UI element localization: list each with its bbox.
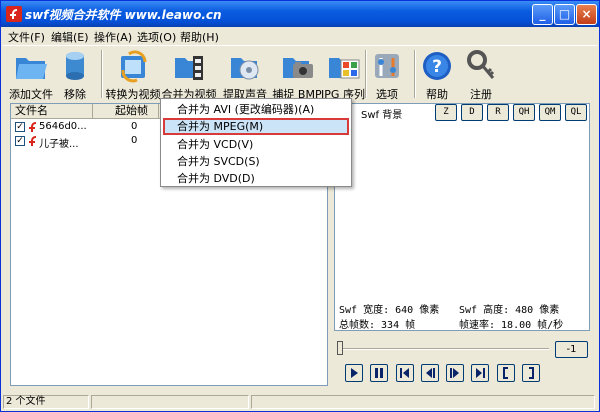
quality-button-qm[interactable]: QM: [539, 104, 561, 121]
swf-height-info: Swf 高度: 480 像素: [459, 305, 560, 316]
toolbar: 添加文件 移除 转换为视频 合并为视频 提取声音 捕捉 BMP JPG 序列 选…: [3, 45, 597, 101]
convert-video-label: 转换为视频: [105, 88, 161, 101]
add-folder-icon: [16, 58, 47, 79]
extract-audio-button[interactable]: 提取声音: [219, 48, 271, 101]
merge-video-button[interactable]: 合并为视频: [162, 48, 217, 101]
options-icon: [375, 54, 399, 78]
quality-button-r[interactable]: R: [487, 104, 509, 121]
register-button[interactable]: 注册: [455, 48, 507, 101]
svg-text:?: ?: [432, 57, 442, 77]
swf-background-label[interactable]: Swf 背景: [361, 106, 402, 121]
mark-in-button[interactable]: [497, 364, 515, 382]
remove-button[interactable]: 移除: [49, 48, 101, 101]
first-frame-button[interactable]: [396, 364, 414, 382]
quality-button-qh[interactable]: QH: [513, 104, 535, 121]
menu-item-merge-svcd[interactable]: 合并为 SVCD(S): [163, 153, 349, 170]
mark-out-button[interactable]: [522, 364, 540, 382]
menu-file[interactable]: 文件(F): [8, 29, 45, 45]
menu-item-merge-mpeg[interactable]: 合并为 MPEG(M): [163, 118, 349, 135]
column-filename[interactable]: 文件名: [11, 104, 93, 119]
next-frame-button[interactable]: [446, 364, 464, 382]
convert-video-button[interactable]: 转换为视频: [106, 48, 161, 101]
mark-in-icon: [503, 367, 508, 379]
menu-action[interactable]: 操作(A): [94, 29, 132, 45]
jpg-sequence-icon: [329, 58, 360, 79]
maximize-button[interactable]: □: [554, 4, 575, 25]
menu-item-merge-dvd[interactable]: 合并为 DVD(D): [163, 170, 349, 187]
flash-file-icon: [29, 136, 36, 146]
merge-dropdown-menu: 合并为 AVI (更改编码器)(A) 合并为 MPEG(M) 合并为 VCD(V…: [160, 98, 352, 187]
status-file-count: 2 个文件: [3, 395, 89, 409]
row-start-frame: 0: [131, 121, 138, 132]
minimize-button[interactable]: _: [532, 4, 553, 25]
frame-slider-thumb[interactable]: [337, 341, 343, 355]
help-icon: ?: [423, 52, 451, 80]
menu-help[interactable]: 帮助(H): [180, 29, 219, 45]
title-bar[interactable]: swf视频合并软件 www.leawo.cn _ □ ×: [1, 1, 599, 27]
table-row[interactable]: ✓ 儿子被... 0: [11, 135, 161, 150]
status-bar: 2 个文件: [3, 393, 597, 411]
prev-frame-icon: [426, 368, 435, 378]
register-label: 注册: [470, 88, 492, 101]
app-window: swf视频合并软件 www.leawo.cn _ □ × 文件(F) 编辑(E)…: [0, 0, 600, 412]
play-icon: [351, 368, 358, 378]
table-row[interactable]: ✓ 5646d0... 0: [11, 121, 161, 135]
menu-item-merge-vcd[interactable]: 合并为 VCD(V): [163, 136, 349, 153]
row-start-frame: 0: [131, 135, 138, 146]
flash-file-icon: [29, 122, 36, 132]
menu-edit[interactable]: 编辑(E): [51, 29, 89, 45]
menu-item-merge-avi[interactable]: 合并为 AVI (更改编码器)(A): [163, 101, 349, 118]
preview-pane: [334, 103, 590, 331]
quality-button-z[interactable]: Z: [435, 104, 457, 121]
first-frame-icon: [400, 368, 409, 378]
last-frame-icon: [476, 368, 485, 378]
frame-rate-info: 帧速率: 18.00 帧/秒: [459, 320, 564, 331]
column-start-frame[interactable]: 起始帧: [93, 104, 159, 119]
play-button[interactable]: [345, 364, 363, 382]
row-checkbox[interactable]: ✓: [15, 122, 25, 132]
extract-audio-icon: [231, 58, 259, 80]
remove-label: 移除: [64, 88, 86, 101]
capture-bmp-icon: [283, 58, 313, 78]
quality-button-d[interactable]: D: [461, 104, 483, 121]
pause-icon: [375, 368, 383, 378]
status-cell: [91, 395, 249, 409]
row-filename: 儿子被...: [39, 139, 79, 150]
swf-width-info: Swf 宽度: 640 像素: [339, 305, 440, 316]
register-key-icon: [467, 50, 495, 79]
total-frames-info: 总帧数: 334 帧: [339, 320, 416, 331]
next-frame-icon: [450, 368, 459, 378]
row-filename: 5646d0...: [39, 121, 87, 132]
status-cell: [251, 395, 595, 409]
remove-db-icon: [66, 52, 84, 80]
menu-bar: 文件(F) 编辑(E) 操作(A) 选项(O) 帮助(H): [1, 27, 599, 44]
frame-slider-track[interactable]: [339, 348, 549, 350]
quality-button-ql[interactable]: QL: [565, 104, 587, 121]
convert-video-icon: [121, 50, 147, 83]
menu-options[interactable]: 选项(O): [137, 29, 176, 45]
merge-video-icon: [175, 56, 203, 80]
row-checkbox[interactable]: ✓: [15, 136, 25, 146]
window-title: swf视频合并软件 www.leawo.cn: [25, 8, 222, 22]
prev-frame-button[interactable]: [421, 364, 439, 382]
close-button[interactable]: ×: [576, 4, 597, 25]
step-minus-button[interactable]: -1: [555, 341, 588, 358]
swf-app-icon: [6, 6, 22, 22]
last-frame-button[interactable]: [471, 364, 489, 382]
mark-out-icon: [529, 367, 534, 379]
pause-button[interactable]: [370, 364, 388, 382]
